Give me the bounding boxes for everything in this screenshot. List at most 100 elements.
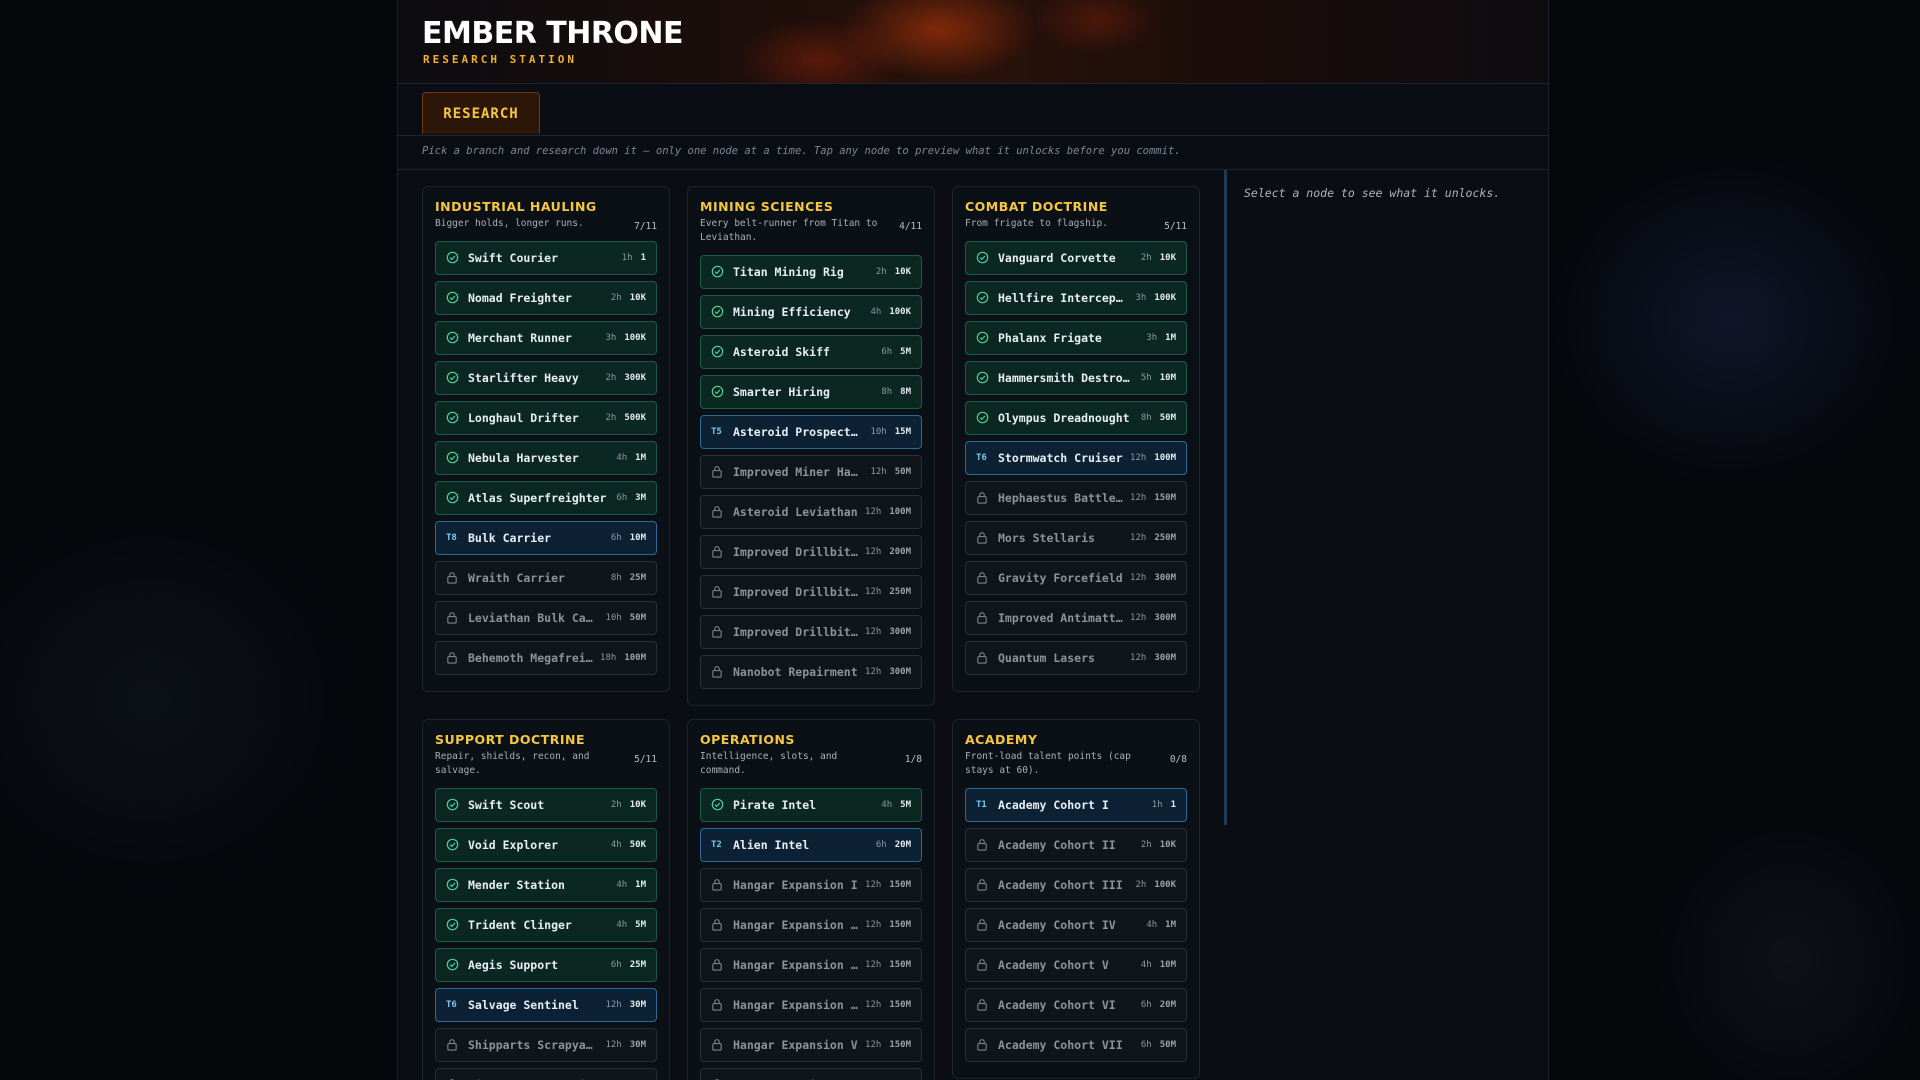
research-node[interactable]: T6 Salvage Sentinel 12h 30M bbox=[435, 987, 657, 1022]
research-node[interactable]: Behemoth Megafrei… 18h 100M bbox=[435, 640, 657, 675]
research-node[interactable]: Void Explorer 4h 50K bbox=[435, 827, 657, 862]
branch-description: Intelligence, slots, and command. bbox=[700, 751, 838, 776]
research-node[interactable]: Wraith Carrier 8h 25M bbox=[435, 560, 657, 595]
node-name: Aegis Support bbox=[468, 957, 559, 972]
research-node[interactable]: Improved Drillbit… 12h 300M bbox=[700, 614, 922, 649]
research-node[interactable]: Pirate Parts Refin…12h50M bbox=[435, 1067, 657, 1080]
research-node[interactable]: Starlifter Heavy 2h 300K bbox=[435, 360, 657, 395]
branch-card: MINING SCIENCES Every belt-runner from Ti… bbox=[687, 186, 935, 706]
research-node[interactable]: T5 Asteroid Prospector 10h 15M bbox=[700, 414, 922, 449]
research-node[interactable]: Aegis Support 6h 25M bbox=[435, 947, 657, 982]
node-duration: 1h bbox=[1151, 799, 1163, 810]
branch-header: INDUSTRIAL HAULING Bigger holds, longer r… bbox=[435, 199, 657, 232]
research-node[interactable]: Phalanx Frigate 3h 1M bbox=[965, 320, 1187, 355]
page-title: EMBER THRONE bbox=[422, 16, 684, 51]
research-node[interactable]: Olympus Dreadnought 8h 50M bbox=[965, 400, 1187, 435]
node-duration: 6h bbox=[616, 492, 628, 503]
node-name: Improved Drillbit… bbox=[733, 544, 858, 559]
research-node[interactable]: Improved Drillbit… 12h 200M bbox=[700, 534, 922, 569]
research-node[interactable]: T6 Stormwatch Cruiser 12h 100M bbox=[965, 440, 1187, 475]
branch-progress-count: 5/11 bbox=[1164, 221, 1187, 232]
node-name: Hangar Expansion I bbox=[733, 877, 858, 892]
lock-icon bbox=[976, 491, 994, 504]
research-tree: INDUSTRIAL HAULING Bigger holds, longer r… bbox=[398, 170, 1226, 1080]
lock-icon bbox=[711, 958, 729, 971]
branch-header: SUPPORT DOCTRINE Repair, shields, recon, … bbox=[435, 732, 657, 778]
research-node[interactable]: Improved Miner Hap… 12h 50M bbox=[700, 454, 922, 489]
node-list: Vanguard Corvette 2h 10K Hellfire Intercept… bbox=[965, 240, 1187, 675]
research-node[interactable]: Hangar Expansion … 12h 150M bbox=[700, 987, 922, 1022]
research-node[interactable]: Academy Cohort III 2h 100K bbox=[965, 867, 1187, 902]
branch-card: INDUSTRIAL HAULING Bigger holds, longer r… bbox=[422, 186, 670, 692]
research-node[interactable]: Titan Mining Rig 2h 10K bbox=[700, 254, 922, 289]
research-node[interactable]: T8 Bulk Carrier 6h 10M bbox=[435, 520, 657, 555]
research-node[interactable]: Hephaestus Battle… 12h 150M bbox=[965, 480, 1187, 515]
node-duration: 10h bbox=[605, 612, 622, 623]
node-cost: 5M bbox=[900, 799, 911, 810]
node-name: Salvage Sentinel bbox=[468, 997, 579, 1012]
research-node[interactable]: Pirate Intel 4h 5M bbox=[700, 787, 922, 822]
node-name: Improved Drillbit… bbox=[733, 624, 858, 639]
node-name: Improved Antimatt… bbox=[998, 610, 1123, 625]
research-node[interactable]: Hammersmith Destroy… 5h 10M bbox=[965, 360, 1187, 395]
research-node[interactable]: Vanguard Corvette 2h 10K bbox=[965, 240, 1187, 275]
lock-icon bbox=[446, 651, 464, 664]
tab-research[interactable]: RESEARCH bbox=[422, 92, 540, 134]
research-node[interactable]: Merchant Runner 3h 100K bbox=[435, 320, 657, 355]
research-node[interactable]: Academy Cohort VI 6h 20M bbox=[965, 987, 1187, 1022]
research-node[interactable]: Hangar Expansion … 12h 150M bbox=[700, 947, 922, 982]
node-cost: 20M bbox=[1159, 999, 1176, 1010]
research-node[interactable]: Improved Antimatt… 12h 300M bbox=[965, 600, 1187, 635]
research-node[interactable]: Shipparts Scrapyard 12h 30M bbox=[435, 1027, 657, 1062]
node-name: Academy Cohort VII bbox=[998, 1037, 1123, 1052]
research-node[interactable]: Atlas Superfreighter 6h 3M bbox=[435, 480, 657, 515]
branch-progress-count: 7/11 bbox=[634, 221, 657, 232]
branch-card: OPERATIONS Intelligence, slots, and comma… bbox=[687, 719, 935, 1080]
research-node[interactable]: T1 Academy Cohort I 1h 1 bbox=[965, 787, 1187, 822]
node-duration: 4h bbox=[610, 839, 622, 850]
node-cost: 1M bbox=[635, 452, 646, 463]
node-duration: 4h bbox=[870, 306, 882, 317]
node-name: Titan Mining Rig bbox=[733, 264, 844, 279]
research-node[interactable]: Improved Drillbit… 12h 250M bbox=[700, 574, 922, 609]
tier-badge: T8 bbox=[446, 533, 464, 543]
research-node[interactable]: Mender Station 4h 1M bbox=[435, 867, 657, 902]
research-node[interactable]: T2 Alien Intel 6h 20M bbox=[700, 827, 922, 862]
research-node[interactable]: Nanobot Repairment 12h 300M bbox=[700, 654, 922, 689]
research-node[interactable]: Nomad Freighter 2h 10K bbox=[435, 280, 657, 315]
node-name: Gravity Forcefield bbox=[998, 570, 1123, 585]
research-node[interactable]: Hellfire Intercept… 3h 100K bbox=[965, 280, 1187, 315]
research-node[interactable]: Mining Efficiency 4h 100K bbox=[700, 294, 922, 329]
research-node[interactable]: Smarter Hiring 8h 8M bbox=[700, 374, 922, 409]
node-cost: 300M bbox=[1154, 612, 1176, 623]
branch-title: INDUSTRIAL HAULING bbox=[435, 199, 597, 214]
research-node[interactable]: Mors Stellaris 12h 250M bbox=[965, 520, 1187, 555]
node-name: Swift Courier bbox=[468, 250, 559, 265]
branch-card: COMBAT DOCTRINE From frigate to flagship.… bbox=[952, 186, 1200, 692]
research-node[interactable]: Nebula Harvester 4h 1M bbox=[435, 440, 657, 475]
node-duration: 4h bbox=[881, 799, 893, 810]
node-name: Hangar Expansion … bbox=[733, 917, 858, 932]
node-duration: 6h bbox=[881, 346, 893, 357]
research-node[interactable]: Academy Cohort II 2h 10K bbox=[965, 827, 1187, 862]
branch-progress-count: 1/8 bbox=[904, 754, 922, 765]
research-node[interactable]: Swift Courier 1h 1 bbox=[435, 240, 657, 275]
research-node[interactable]: Academy Cohort VII 6h 50M bbox=[965, 1027, 1187, 1062]
node-name: Starlifter Heavy bbox=[468, 370, 579, 385]
research-node[interactable]: Hangar Expansion I 12h 150M bbox=[700, 867, 922, 902]
research-node[interactable]: Asteroid Skiff 6h 5M bbox=[700, 334, 922, 369]
node-cost: 150M bbox=[889, 919, 911, 930]
research-node[interactable]: Leviathan Bulk Car… 10h 50M bbox=[435, 600, 657, 635]
research-node[interactable]: Swift Scout 2h 10K bbox=[435, 787, 657, 822]
research-node[interactable]: Gravity Forcefield 12h 300M bbox=[965, 560, 1187, 595]
research-node[interactable]: Academy Cohort V 4h 10M bbox=[965, 947, 1187, 982]
research-node[interactable]: Academy Cohort IV 4h 1M bbox=[965, 907, 1187, 942]
research-node[interactable]: Longhaul Drifter 2h 500K bbox=[435, 400, 657, 435]
research-node[interactable]: Trident Clinger 4h 5M bbox=[435, 907, 657, 942]
node-duration: 6h bbox=[610, 532, 622, 543]
research-node[interactable]: Asteroid Leviathan 12h 100M bbox=[700, 494, 922, 529]
research-node[interactable]: Fleet Doctrine24h500M bbox=[700, 1067, 922, 1080]
research-node[interactable]: Quantum Lasers 12h 300M bbox=[965, 640, 1187, 675]
research-node[interactable]: Hangar Expansion … 12h 150M bbox=[700, 907, 922, 942]
research-node[interactable]: Hangar Expansion V 12h 150M bbox=[700, 1027, 922, 1062]
